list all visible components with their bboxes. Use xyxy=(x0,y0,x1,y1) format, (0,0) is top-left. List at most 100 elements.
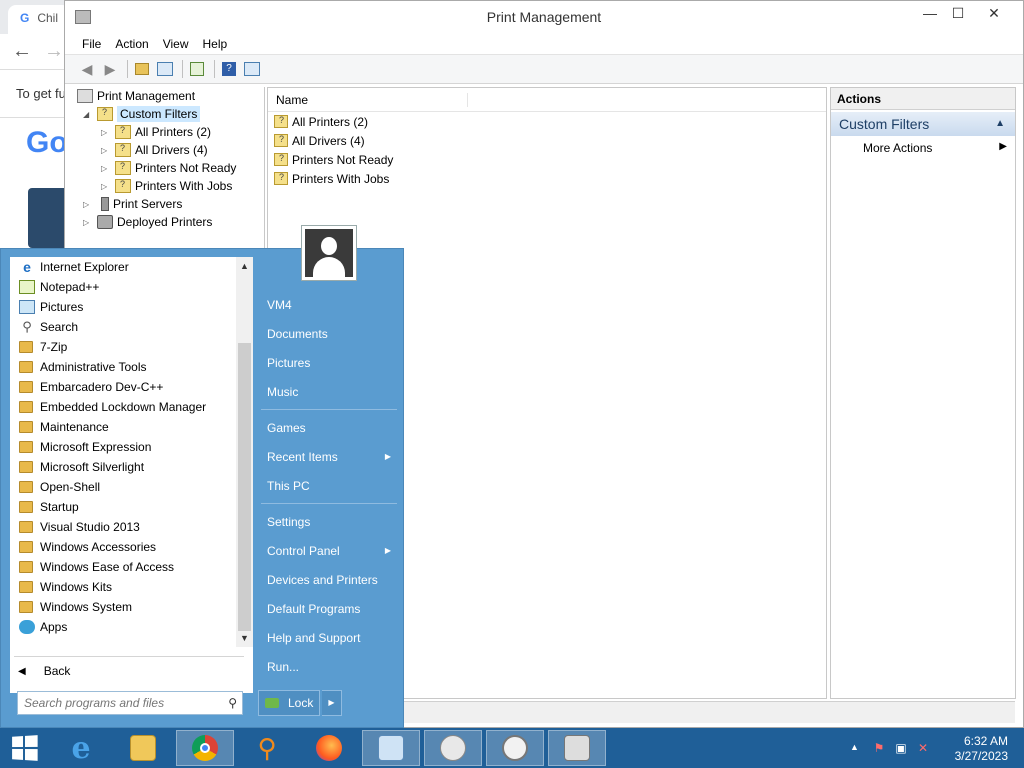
start-item-control-panel[interactable]: Control Panel ▶ xyxy=(261,538,397,564)
start-item-help-and-support[interactable]: Help and Support xyxy=(261,625,397,651)
folder-embarcadero-dev-cpp[interactable]: Embarcadero Dev-C++ xyxy=(10,377,236,397)
taskbar-snipping-tool[interactable] xyxy=(424,730,482,766)
folder-7-zip[interactable]: 7-Zip xyxy=(10,337,236,357)
menu-action[interactable]: Action xyxy=(110,33,153,54)
tree-item-custom-filters[interactable]: ◢ Custom Filters xyxy=(83,105,201,123)
start-item-default-programs[interactable]: Default Programs xyxy=(261,596,397,622)
list-item[interactable]: Printers Not Ready xyxy=(268,150,826,169)
collapse-icon[interactable]: ◢ xyxy=(83,110,93,119)
more-actions-item[interactable]: More Actions ▶ xyxy=(831,136,1015,158)
start-item-run[interactable]: Run... xyxy=(261,654,397,680)
menu-view[interactable]: View xyxy=(158,33,194,54)
search-icon[interactable]: ⚲ xyxy=(228,696,237,710)
minimize-button[interactable]: — xyxy=(915,1,945,27)
programs-scrollbar[interactable]: ▲ ▼ xyxy=(236,257,253,647)
collapse-up-icon[interactable]: ▲ xyxy=(995,118,1005,129)
taskbar-search-tool[interactable]: ⚲ xyxy=(238,730,296,766)
column-header-name[interactable]: Name xyxy=(276,93,468,107)
show-hide-tree-icon[interactable] xyxy=(155,59,175,79)
program-apps[interactable]: Apps xyxy=(10,617,236,637)
folder-windows-ease-of-access[interactable]: Windows Ease of Access xyxy=(10,557,236,577)
scrollbar-thumb[interactable] xyxy=(238,343,251,631)
start-button[interactable] xyxy=(0,728,48,768)
tree-item-deployed-printers[interactable]: ▷ Deployed Printers xyxy=(83,213,212,231)
program-notepad-plus-plus[interactable]: Notepad++ xyxy=(10,277,236,297)
folder-windows-kits[interactable]: Windows Kits xyxy=(10,577,236,597)
lock-button[interactable]: Lock xyxy=(258,690,320,716)
control-panel-icon xyxy=(378,735,404,761)
list-item[interactable]: Printers With Jobs xyxy=(268,169,826,188)
back-button[interactable]: ◀ Back xyxy=(14,661,70,681)
list-item[interactable]: All Drivers (4) xyxy=(268,131,826,150)
menu-help[interactable]: Help xyxy=(198,33,233,54)
folder-microsoft-expression[interactable]: Microsoft Expression xyxy=(10,437,236,457)
program-search[interactable]: ⚲ Search xyxy=(10,317,236,337)
start-item-devices-and-printers[interactable]: Devices and Printers xyxy=(261,567,397,593)
start-item-this-pc[interactable]: This PC xyxy=(261,473,397,499)
tree-item-printers-with-jobs[interactable]: ▷ Printers With Jobs xyxy=(101,177,232,195)
list-item[interactable]: All Printers (2) xyxy=(268,112,826,131)
scroll-up-icon[interactable]: ▲ xyxy=(236,257,253,275)
program-internet-explorer[interactable]: e Internet Explorer xyxy=(10,257,236,277)
folder-windows-accessories[interactable]: Windows Accessories xyxy=(10,537,236,557)
taskbar-clock[interactable] xyxy=(486,730,544,766)
expand-icon[interactable]: ▷ xyxy=(83,218,93,227)
export-list-icon[interactable] xyxy=(187,59,207,79)
show-hide-action-pane-icon[interactable] xyxy=(242,59,262,79)
taskbar-print-management[interactable] xyxy=(548,730,606,766)
folder-startup[interactable]: Startup xyxy=(10,497,236,517)
start-search-box[interactable]: ⚲ xyxy=(17,691,243,715)
back-icon[interactable]: ◀ xyxy=(77,59,97,79)
tree-item-all-drivers[interactable]: ▷ All Drivers (4) xyxy=(101,141,208,159)
folder-open-shell[interactable]: Open-Shell xyxy=(10,477,236,497)
expand-icon[interactable]: ▷ xyxy=(101,146,111,155)
taskbar-chrome[interactable] xyxy=(176,730,234,766)
actions-section-custom-filters[interactable]: Custom Filters ▲ xyxy=(831,112,1015,136)
folder-maintenance[interactable]: Maintenance xyxy=(10,417,236,437)
start-item-documents[interactable]: Documents xyxy=(261,321,397,347)
show-hidden-icons-icon[interactable]: ▲ xyxy=(850,742,859,752)
expand-icon[interactable]: ▷ xyxy=(101,182,111,191)
taskbar-firefox[interactable] xyxy=(300,730,358,766)
volume-muted-icon[interactable]: ✕ xyxy=(916,741,930,755)
forward-icon[interactable]: ▶ xyxy=(100,59,120,79)
taskbar-clock-display[interactable]: 6:32 AM 3/27/2023 xyxy=(955,734,1008,764)
folder-windows-system[interactable]: Windows System xyxy=(10,597,236,617)
expand-icon[interactable]: ▷ xyxy=(83,200,93,209)
close-button[interactable]: ✕ xyxy=(979,1,1009,27)
start-item-games[interactable]: Games xyxy=(261,415,397,441)
start-item-music[interactable]: Music xyxy=(261,379,397,405)
folder-microsoft-silverlight[interactable]: Microsoft Silverlight xyxy=(10,457,236,477)
start-menu: e Internet Explorer Notepad++ Pictures ⚲ S… xyxy=(0,225,404,728)
network-icon[interactable]: ▣ xyxy=(894,741,908,755)
help-icon[interactable]: ? xyxy=(219,59,239,79)
start-item-user-folder[interactable]: VM4 xyxy=(261,292,397,318)
program-pictures[interactable]: Pictures xyxy=(10,297,236,317)
forward-arrow-icon[interactable]: → xyxy=(44,40,64,63)
expand-icon[interactable]: ▷ xyxy=(101,164,111,173)
tree-item-print-servers[interactable]: ▷ Print Servers xyxy=(83,195,182,213)
folder-embedded-lockdown-manager[interactable]: Embedded Lockdown Manager xyxy=(10,397,236,417)
folder-administrative-tools[interactable]: Administrative Tools xyxy=(10,357,236,377)
user-avatar[interactable] xyxy=(301,225,357,281)
maximize-button[interactable]: ☐ xyxy=(943,1,973,27)
action-center-icon[interactable]: ⚑ xyxy=(872,741,886,755)
menu-file[interactable]: File xyxy=(77,33,106,54)
shutdown-options-arrow[interactable]: ▶ xyxy=(322,690,342,716)
search-input[interactable] xyxy=(18,692,214,714)
start-item-recent-items[interactable]: Recent Items ▶ xyxy=(261,444,397,470)
taskbar-control-panel[interactable] xyxy=(362,730,420,766)
taskbar-file-explorer[interactable] xyxy=(114,730,172,766)
folder-visual-studio-2013[interactable]: Visual Studio 2013 xyxy=(10,517,236,537)
taskbar-internet-explorer[interactable]: e xyxy=(52,730,110,766)
tree-item-all-printers[interactable]: ▷ All Printers (2) xyxy=(101,123,211,141)
expand-icon[interactable]: ▷ xyxy=(101,128,111,137)
start-item-pictures[interactable]: Pictures xyxy=(261,350,397,376)
scroll-down-icon[interactable]: ▼ xyxy=(236,629,253,647)
up-folder-icon[interactable] xyxy=(132,59,152,79)
tree-item-print-management[interactable]: Print Management xyxy=(77,87,195,105)
chrome-tab[interactable]: G Chil xyxy=(8,5,69,34)
back-arrow-icon[interactable]: ← xyxy=(12,40,32,63)
start-item-settings[interactable]: Settings xyxy=(261,509,397,535)
tree-item-printers-not-ready[interactable]: ▷ Printers Not Ready xyxy=(101,159,236,177)
